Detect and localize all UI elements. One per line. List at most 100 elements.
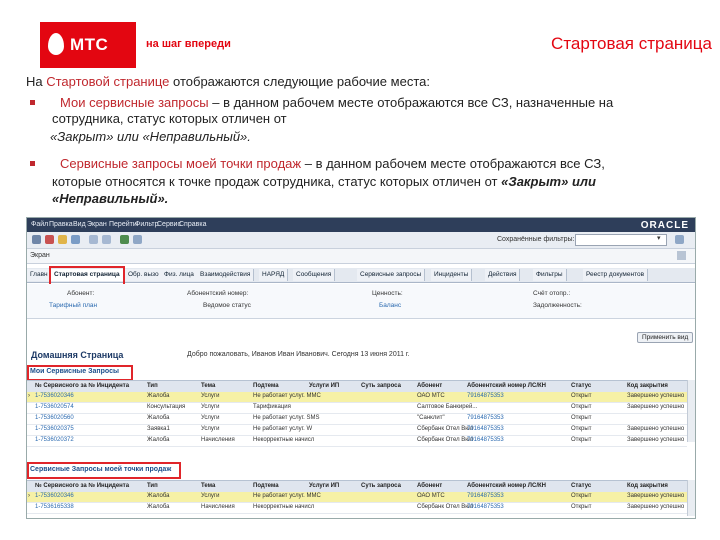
menu-screen[interactable]: Экран bbox=[87, 221, 107, 228]
menu-filter[interactable]: Фильтр bbox=[135, 221, 159, 228]
table-cell: Услуги bbox=[201, 404, 220, 410]
col-subscriber[interactable]: Абонент bbox=[417, 383, 442, 389]
tab-service-requests[interactable]: Сервисные запросы bbox=[357, 269, 426, 281]
col-close-code[interactable]: Код закрытия bbox=[627, 483, 668, 489]
table-cell: Открыт bbox=[571, 493, 592, 499]
tab-orders[interactable]: НАРЯД bbox=[259, 269, 289, 281]
table-cell[interactable]: 79164875353 bbox=[467, 393, 504, 399]
table-cell[interactable]: 1-7536020346 bbox=[35, 393, 74, 399]
col-status[interactable]: Статус bbox=[571, 483, 591, 489]
col-msisdn[interactable]: Абонентский номер ЛС/КН bbox=[467, 383, 546, 389]
tab-incidents[interactable]: Инциденты bbox=[431, 269, 473, 281]
brand-name: МТС bbox=[70, 35, 109, 54]
intro-link: Стартовой странице bbox=[46, 74, 170, 89]
menu-view[interactable]: Вид bbox=[73, 221, 86, 228]
col-services[interactable]: Услуги ИП bbox=[309, 483, 339, 489]
tab-main[interactable]: Главн bbox=[27, 269, 52, 281]
table-cell[interactable]: 79164875353 bbox=[467, 426, 504, 432]
chevron-down-icon[interactable]: ▾ bbox=[657, 234, 661, 242]
query-icon[interactable] bbox=[71, 235, 80, 244]
grid1-scrollbar[interactable] bbox=[687, 380, 695, 442]
table-cell[interactable]: 79164875353 bbox=[467, 415, 504, 421]
page-title: Стартовая страница bbox=[551, 34, 712, 53]
welcome-text: Добро пожаловать, Иванов Иван Иванович. … bbox=[187, 351, 410, 358]
col-msisdn[interactable]: Абонентский номер ЛС/КН bbox=[467, 483, 546, 489]
tab-actions[interactable]: Действия bbox=[485, 269, 521, 281]
bullet-icon bbox=[30, 161, 35, 166]
table-row[interactable]: 1-7536020375 Заявка1 Услуги Не работает усл… bbox=[27, 425, 687, 436]
table-cell: Завершено успешно bbox=[627, 393, 685, 399]
menu-goto[interactable]: Перейти bbox=[109, 221, 137, 228]
table-cell: Начисления bbox=[201, 437, 235, 443]
tab-persons[interactable]: Физ. лица bbox=[161, 269, 198, 281]
tab-filters[interactable]: Фильтры bbox=[533, 269, 567, 281]
col-type[interactable]: Тип bbox=[147, 483, 158, 489]
menu-help[interactable]: Справка bbox=[179, 221, 206, 228]
col-close-code[interactable]: Код закрытия bbox=[627, 383, 668, 389]
col-essence[interactable]: Суть запроса bbox=[361, 483, 401, 489]
table-cell: Открыт bbox=[571, 426, 592, 432]
table-row[interactable]: › 1-7536020346 Жалоба Услуги Не работает усл… bbox=[27, 492, 687, 503]
menu-file[interactable]: Файл bbox=[31, 221, 48, 228]
tab-bar: Главн Стартовая страница Обр. вызо Физ. … bbox=[27, 268, 695, 283]
settings-icon[interactable] bbox=[133, 235, 142, 244]
menu-tools[interactable]: Сервис bbox=[157, 221, 181, 228]
col-subtopic[interactable]: Подтема bbox=[253, 383, 279, 389]
table-cell: Услуги bbox=[201, 415, 220, 421]
col-subtopic[interactable]: Подтема bbox=[253, 483, 279, 489]
menu-edit[interactable]: Правка bbox=[49, 221, 73, 228]
table-row[interactable]: › 1-7536020346 Жалоба Услуги Не работает усл… bbox=[27, 392, 687, 403]
help-icon[interactable] bbox=[675, 235, 684, 244]
oracle-logo: ORACLE bbox=[640, 220, 689, 231]
table-cell[interactable]: 79164875353 bbox=[467, 493, 504, 499]
table-cell: Не работает услуг. ММС bbox=[253, 393, 321, 399]
table-cell: Жалоба bbox=[147, 437, 170, 443]
expand-icon[interactable] bbox=[677, 251, 686, 260]
prev-icon[interactable] bbox=[89, 235, 98, 244]
table-row[interactable]: 1-7536020372 Жалоба Начисления Некорректные… bbox=[27, 436, 687, 447]
table-cell: Открыт bbox=[571, 504, 592, 510]
refresh-icon[interactable] bbox=[120, 235, 129, 244]
pos-requests-highlight bbox=[27, 462, 181, 479]
print-icon[interactable] bbox=[32, 235, 41, 244]
tab-messages[interactable]: Сообщения bbox=[293, 269, 336, 281]
row-pointer-icon: › bbox=[28, 493, 30, 499]
table-cell[interactable]: 1-7536020372 bbox=[35, 437, 74, 443]
col-type[interactable]: Тип bbox=[147, 383, 158, 389]
tab-calls[interactable]: Обр. вызо bbox=[125, 269, 163, 281]
tariff-label[interactable]: Тарифный план bbox=[49, 302, 97, 309]
col-essence[interactable]: Суть запроса bbox=[361, 383, 401, 389]
table-cell: Жалоба bbox=[147, 415, 170, 421]
menu-bar: Файл Правка Вид Экран Перейти Фильтр Сер… bbox=[27, 218, 695, 232]
grid2-scrollbar[interactable] bbox=[687, 480, 695, 516]
apply-view-button[interactable]: Применить вид bbox=[637, 332, 694, 343]
balance-label[interactable]: Баланс bbox=[379, 302, 401, 309]
table-row[interactable]: 1-7536020560 Жалоба Услуги Не работает услу… bbox=[27, 414, 687, 425]
debt-label: Задолженность: bbox=[533, 302, 582, 309]
table-cell[interactable]: 79164875353 bbox=[467, 437, 504, 443]
delete-icon[interactable] bbox=[45, 235, 54, 244]
col-number[interactable]: № Сервисного за № Инцидента bbox=[35, 383, 129, 389]
next-icon[interactable] bbox=[102, 235, 111, 244]
table-row[interactable]: 1-7536020574 Консультация Услуги Тарификаци… bbox=[27, 403, 687, 414]
table-cell[interactable]: 1-7536020574 bbox=[35, 404, 74, 410]
table-cell[interactable]: 1-7536020375 bbox=[35, 426, 74, 432]
bullet1-line3: «Закрыт» или «Неправильный». bbox=[50, 129, 251, 144]
folder-icon[interactable] bbox=[58, 235, 67, 244]
table-row[interactable]: 1-7536165338 Жалоба Начисления Некорректные… bbox=[27, 503, 687, 514]
tab-interactions[interactable]: Взаимодействия bbox=[197, 269, 255, 281]
table-cell[interactable]: 1-7536165338 bbox=[35, 504, 74, 510]
table-cell[interactable]: 79164875353 bbox=[467, 504, 504, 510]
saved-filters-select[interactable] bbox=[575, 234, 667, 246]
table-cell[interactable]: 1-7536020346 bbox=[35, 493, 74, 499]
bullet2-line3: «Неправильный». bbox=[52, 191, 169, 206]
col-topic[interactable]: Тема bbox=[201, 383, 215, 389]
col-topic[interactable]: Тема bbox=[201, 483, 215, 489]
toolbar: Сохранённые фильтры: ▾ bbox=[27, 232, 695, 249]
col-number[interactable]: № Сервисного за № Инцидента bbox=[35, 483, 129, 489]
tab-documents[interactable]: Реестр документов bbox=[583, 269, 649, 281]
col-subscriber[interactable]: Абонент bbox=[417, 483, 442, 489]
table-cell[interactable]: 1-7536020560 bbox=[35, 415, 74, 421]
col-status[interactable]: Статус bbox=[571, 383, 591, 389]
col-services[interactable]: Услуги ИП bbox=[309, 383, 339, 389]
